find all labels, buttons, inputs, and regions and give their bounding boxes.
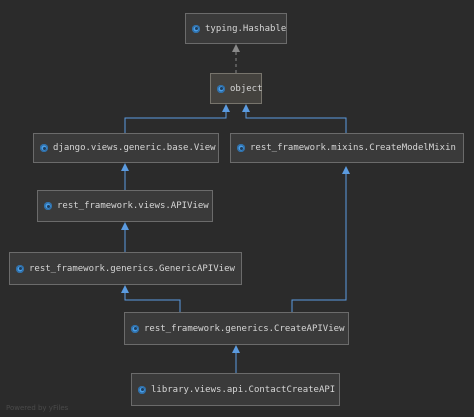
diagram-canvas: typing.Hashable object django.views.gene… xyxy=(0,0,474,417)
node-api-view[interactable]: rest_framework.views.APIView xyxy=(37,190,213,222)
node-label: typing.Hashable xyxy=(205,23,287,34)
node-label: object xyxy=(230,83,263,94)
node-label: rest_framework.generics.GenericAPIView xyxy=(29,263,235,274)
node-label: library.views.api.ContactCreateAPI xyxy=(151,384,336,395)
class-icon xyxy=(237,144,245,152)
class-icon xyxy=(192,24,200,33)
node-django-view[interactable]: django.views.generic.base.View xyxy=(33,133,219,163)
edge-mixin-object xyxy=(242,104,347,133)
node-label: django.views.generic.base.View xyxy=(53,143,216,153)
edge-view-object xyxy=(124,104,230,133)
edge-createapiview-genericapiview xyxy=(121,285,181,312)
node-label: rest_framework.generics.CreateAPIView xyxy=(144,323,345,334)
watermark-text: Powered by yFiles xyxy=(6,404,69,412)
node-object[interactable]: object xyxy=(210,73,263,104)
class-icon xyxy=(131,324,139,333)
node-label: rest_framework.mixins.CreateModelMixin xyxy=(250,143,456,153)
class-icon xyxy=(40,144,48,152)
class-icon xyxy=(217,84,225,93)
edge-createapiview-mixin xyxy=(291,166,350,312)
node-create-model-mixin[interactable]: rest_framework.mixins.CreateModelMixin xyxy=(230,133,464,163)
node-generic-api-view[interactable]: rest_framework.generics.GenericAPIView xyxy=(9,252,242,285)
node-label: rest_framework.views.APIView xyxy=(57,201,209,211)
class-icon xyxy=(138,385,146,394)
node-create-api-view[interactable]: rest_framework.generics.CreateAPIView xyxy=(124,312,349,345)
node-contact-create-api[interactable]: library.views.api.ContactCreateAPI xyxy=(131,373,340,406)
class-icon xyxy=(16,264,24,273)
class-icon xyxy=(44,202,52,210)
node-typing-hashable[interactable]: typing.Hashable xyxy=(185,13,287,44)
